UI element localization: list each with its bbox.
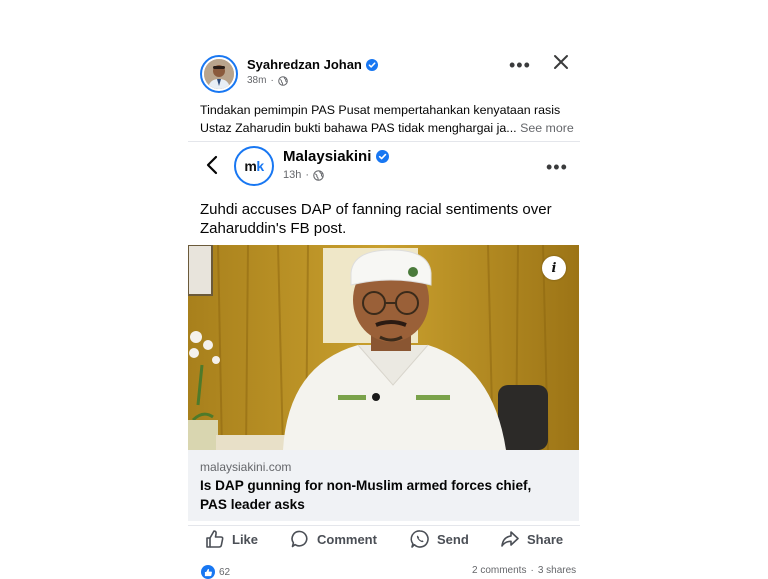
shared-more-options-icon[interactable]: ••• xyxy=(546,158,568,176)
post-meta: 38m · xyxy=(247,75,288,86)
page-name[interactable]: Malaysiakini xyxy=(283,148,371,165)
share-button[interactable]: Share xyxy=(500,528,563,550)
author-avatar[interactable] xyxy=(200,55,238,93)
comment-label: Comment xyxy=(317,531,377,547)
see-more-link[interactable]: See more xyxy=(520,121,574,135)
shared-post-meta: 13h · xyxy=(283,169,324,181)
share-label: Share xyxy=(527,531,564,547)
globe-icon xyxy=(313,169,324,181)
share-arrow-icon xyxy=(501,531,519,547)
link-preview-image[interactable] xyxy=(188,245,579,450)
actions-top-divider xyxy=(188,525,580,526)
globe-icon xyxy=(277,75,288,86)
like-reaction-icon xyxy=(201,565,215,579)
author-photo xyxy=(204,59,234,89)
comments-count[interactable]: 2 comments xyxy=(472,565,526,576)
like-button[interactable]: Like xyxy=(205,528,258,550)
shared-post-top-divider xyxy=(188,141,580,142)
caption-line-1: Tindakan pemimpin PAS Pusat mempertahank… xyxy=(200,103,561,117)
comment-button[interactable]: Comment xyxy=(290,528,377,550)
post-more-options-icon[interactable]: ••• xyxy=(509,56,531,74)
page-name-row: Malaysiakini xyxy=(283,148,390,165)
link-title[interactable]: Is DAP gunning for non-Muslim armed forc… xyxy=(200,476,572,514)
whatsapp-icon xyxy=(410,530,429,548)
back-chevron-icon[interactable] xyxy=(203,154,221,176)
like-label: Like xyxy=(232,531,259,547)
close-icon[interactable] xyxy=(553,54,569,70)
engagement-counts: 2 comments · 3 shares xyxy=(472,565,577,576)
verified-badge-icon xyxy=(365,58,378,71)
shared-post-time[interactable]: 13h xyxy=(283,169,301,181)
author-name[interactable]: Syahredzan Johan xyxy=(247,57,362,72)
thumbs-up-icon xyxy=(206,530,224,548)
malaysiakini-logo[interactable]: mk xyxy=(234,146,274,186)
info-icon[interactable]: i xyxy=(542,256,566,280)
comment-bubble-icon xyxy=(291,530,308,548)
verified-badge-icon xyxy=(376,150,390,163)
post-time[interactable]: 38m xyxy=(247,75,266,86)
shared-post-text: Zuhdi accuses DAP of fanning racial sent… xyxy=(200,201,552,237)
caption-line-2: Ustaz Zaharudin bukti bahawa PAS tidak m… xyxy=(200,121,574,135)
shares-count[interactable]: 3 shares xyxy=(538,565,576,576)
send-label: Send xyxy=(437,531,469,547)
author-name-row: Syahredzan Johan xyxy=(247,57,378,72)
send-button[interactable]: Send xyxy=(410,528,469,550)
post-caption: Tindakan pemimpin PAS Pusat mempertahank… xyxy=(200,101,580,137)
link-domain: malaysiakini.com xyxy=(200,460,292,474)
reaction-count[interactable]: 62 xyxy=(201,565,230,579)
